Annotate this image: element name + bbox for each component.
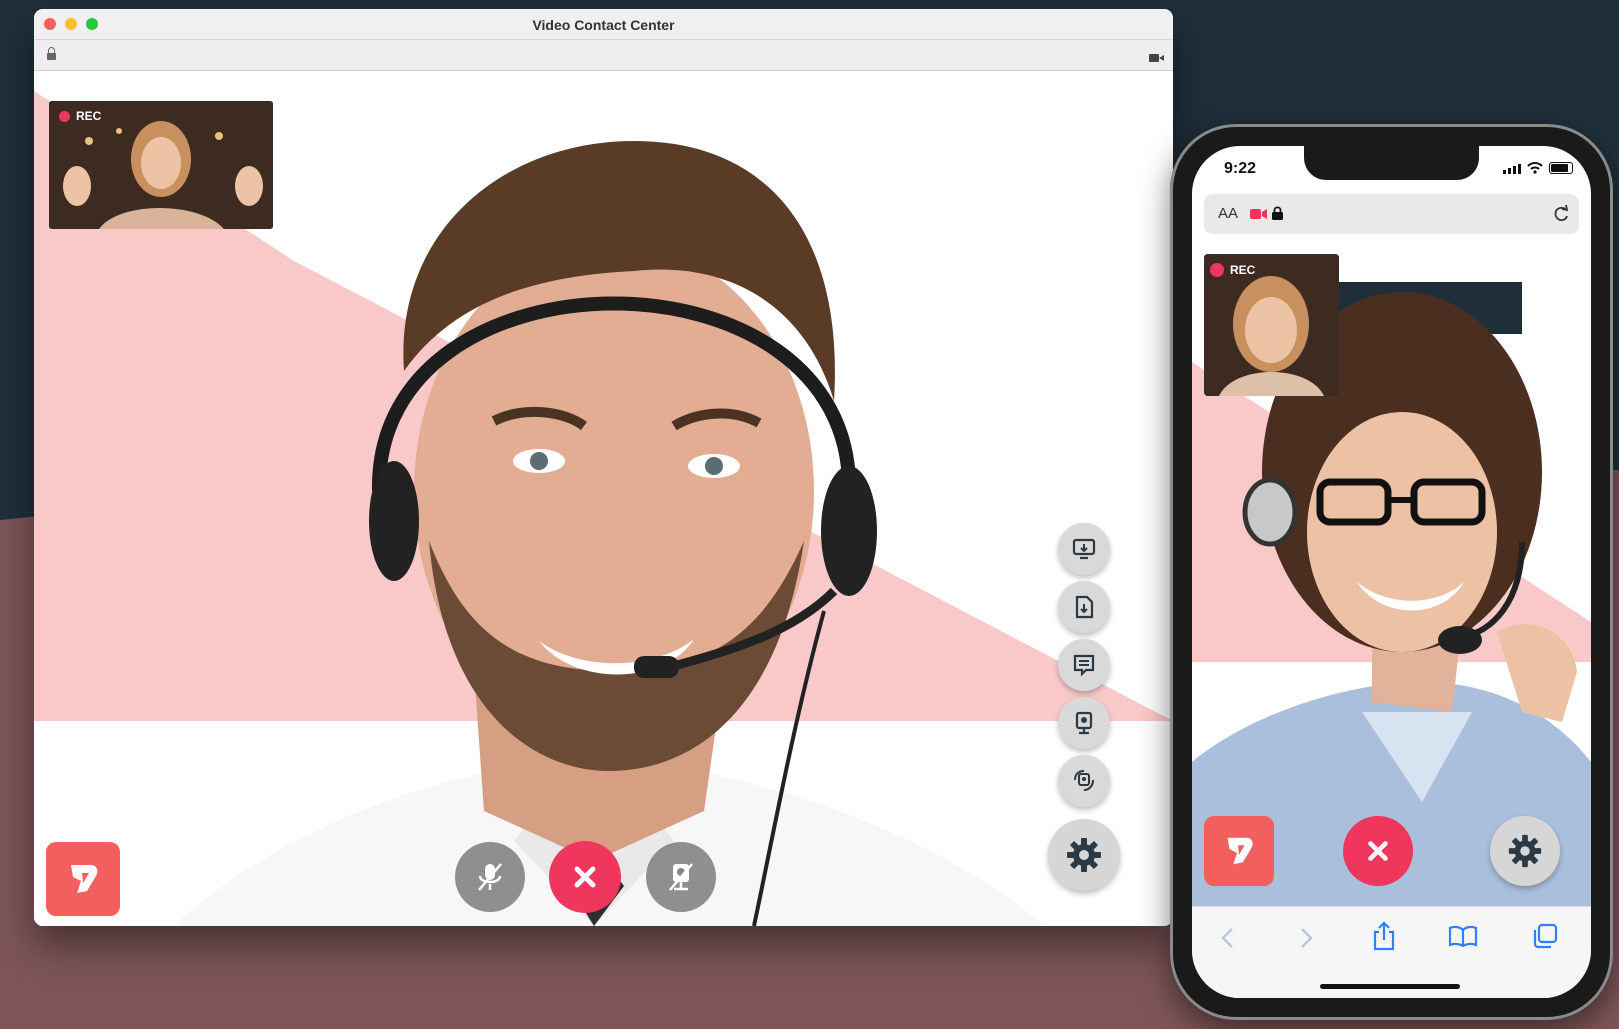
record-dot-icon bbox=[59, 110, 70, 122]
text-size-button[interactable]: AA bbox=[1218, 205, 1238, 222]
video-stage: REC bbox=[34, 71, 1173, 926]
hangup-icon bbox=[574, 866, 596, 888]
reload-icon[interactable] bbox=[1551, 204, 1571, 224]
brand-logo-button[interactable] bbox=[46, 842, 120, 916]
self-view-pip[interactable]: REC bbox=[49, 101, 273, 229]
switch-camera-button[interactable] bbox=[1058, 755, 1110, 807]
safari-toolbar bbox=[1192, 906, 1591, 998]
hangup-button[interactable] bbox=[549, 841, 621, 913]
forward-icon[interactable] bbox=[1300, 927, 1314, 949]
screen-share-button[interactable] bbox=[1058, 523, 1110, 575]
mute-microphone-button[interactable] bbox=[455, 842, 525, 912]
bookmarks-icon[interactable] bbox=[1448, 925, 1478, 947]
home-indicator bbox=[1320, 984, 1460, 989]
switch-camera-icon bbox=[1074, 770, 1094, 791]
rec-label: REC bbox=[76, 109, 102, 123]
browser-window: Video Contact Center REC bbox=[34, 9, 1173, 926]
phone-notch bbox=[1304, 146, 1479, 180]
phone-address-bar[interactable]: AA bbox=[1204, 194, 1579, 234]
document-download-icon bbox=[1075, 595, 1094, 619]
tabs-icon[interactable] bbox=[1532, 923, 1558, 949]
share-icon[interactable] bbox=[1372, 921, 1396, 951]
video-recording-icon bbox=[1250, 209, 1267, 219]
title-bar: Video Contact Center bbox=[34, 9, 1173, 40]
status-time: 9:22 bbox=[1224, 160, 1257, 177]
wifi-icon bbox=[1527, 162, 1543, 174]
battery-icon bbox=[1549, 162, 1573, 174]
address-bar[interactable] bbox=[34, 40, 1173, 71]
camera-snapshot-button[interactable] bbox=[1058, 697, 1110, 749]
mobile-settings-button[interactable] bbox=[1490, 816, 1560, 886]
record-dot-icon bbox=[1210, 263, 1224, 277]
disable-camera-button[interactable] bbox=[646, 842, 716, 912]
mute-microphone-icon bbox=[478, 863, 502, 891]
status-icons bbox=[1503, 162, 1573, 174]
disable-camera-icon bbox=[669, 863, 693, 891]
mobile-rec-indicator: REC bbox=[1210, 263, 1255, 277]
lock-icon bbox=[1272, 206, 1283, 220]
phone-video-stage: REC bbox=[1192, 242, 1591, 932]
phone-self-view-pip[interactable]: REC bbox=[1204, 254, 1339, 396]
window-title: Video Contact Center bbox=[532, 17, 675, 33]
camera-snapshot-icon bbox=[1075, 711, 1093, 735]
gear-icon bbox=[1508, 834, 1542, 868]
mobile-hangup-button[interactable] bbox=[1343, 816, 1413, 886]
mobile-brand-logo-button[interactable] bbox=[1204, 816, 1274, 886]
brand-logo-icon bbox=[1227, 837, 1253, 865]
mobile-phone: 9:22 AA REC bbox=[1170, 124, 1613, 1020]
signal-icon bbox=[1503, 164, 1521, 174]
brand-logo-icon bbox=[71, 865, 98, 893]
lock-icon bbox=[47, 47, 56, 60]
document-download-button[interactable] bbox=[1058, 581, 1110, 633]
hangup-icon bbox=[1368, 841, 1388, 861]
screen-share-icon bbox=[1072, 538, 1096, 560]
rec-indicator: REC bbox=[59, 109, 101, 123]
camera-icon[interactable] bbox=[1149, 54, 1164, 62]
rec-label: REC bbox=[1230, 263, 1256, 277]
phone-screen: 9:22 AA REC bbox=[1192, 146, 1591, 998]
settings-button[interactable] bbox=[1048, 819, 1120, 891]
gear-icon bbox=[1067, 838, 1101, 872]
chat-icon bbox=[1073, 654, 1095, 677]
chat-button[interactable] bbox=[1058, 639, 1110, 691]
back-icon[interactable] bbox=[1220, 927, 1234, 949]
